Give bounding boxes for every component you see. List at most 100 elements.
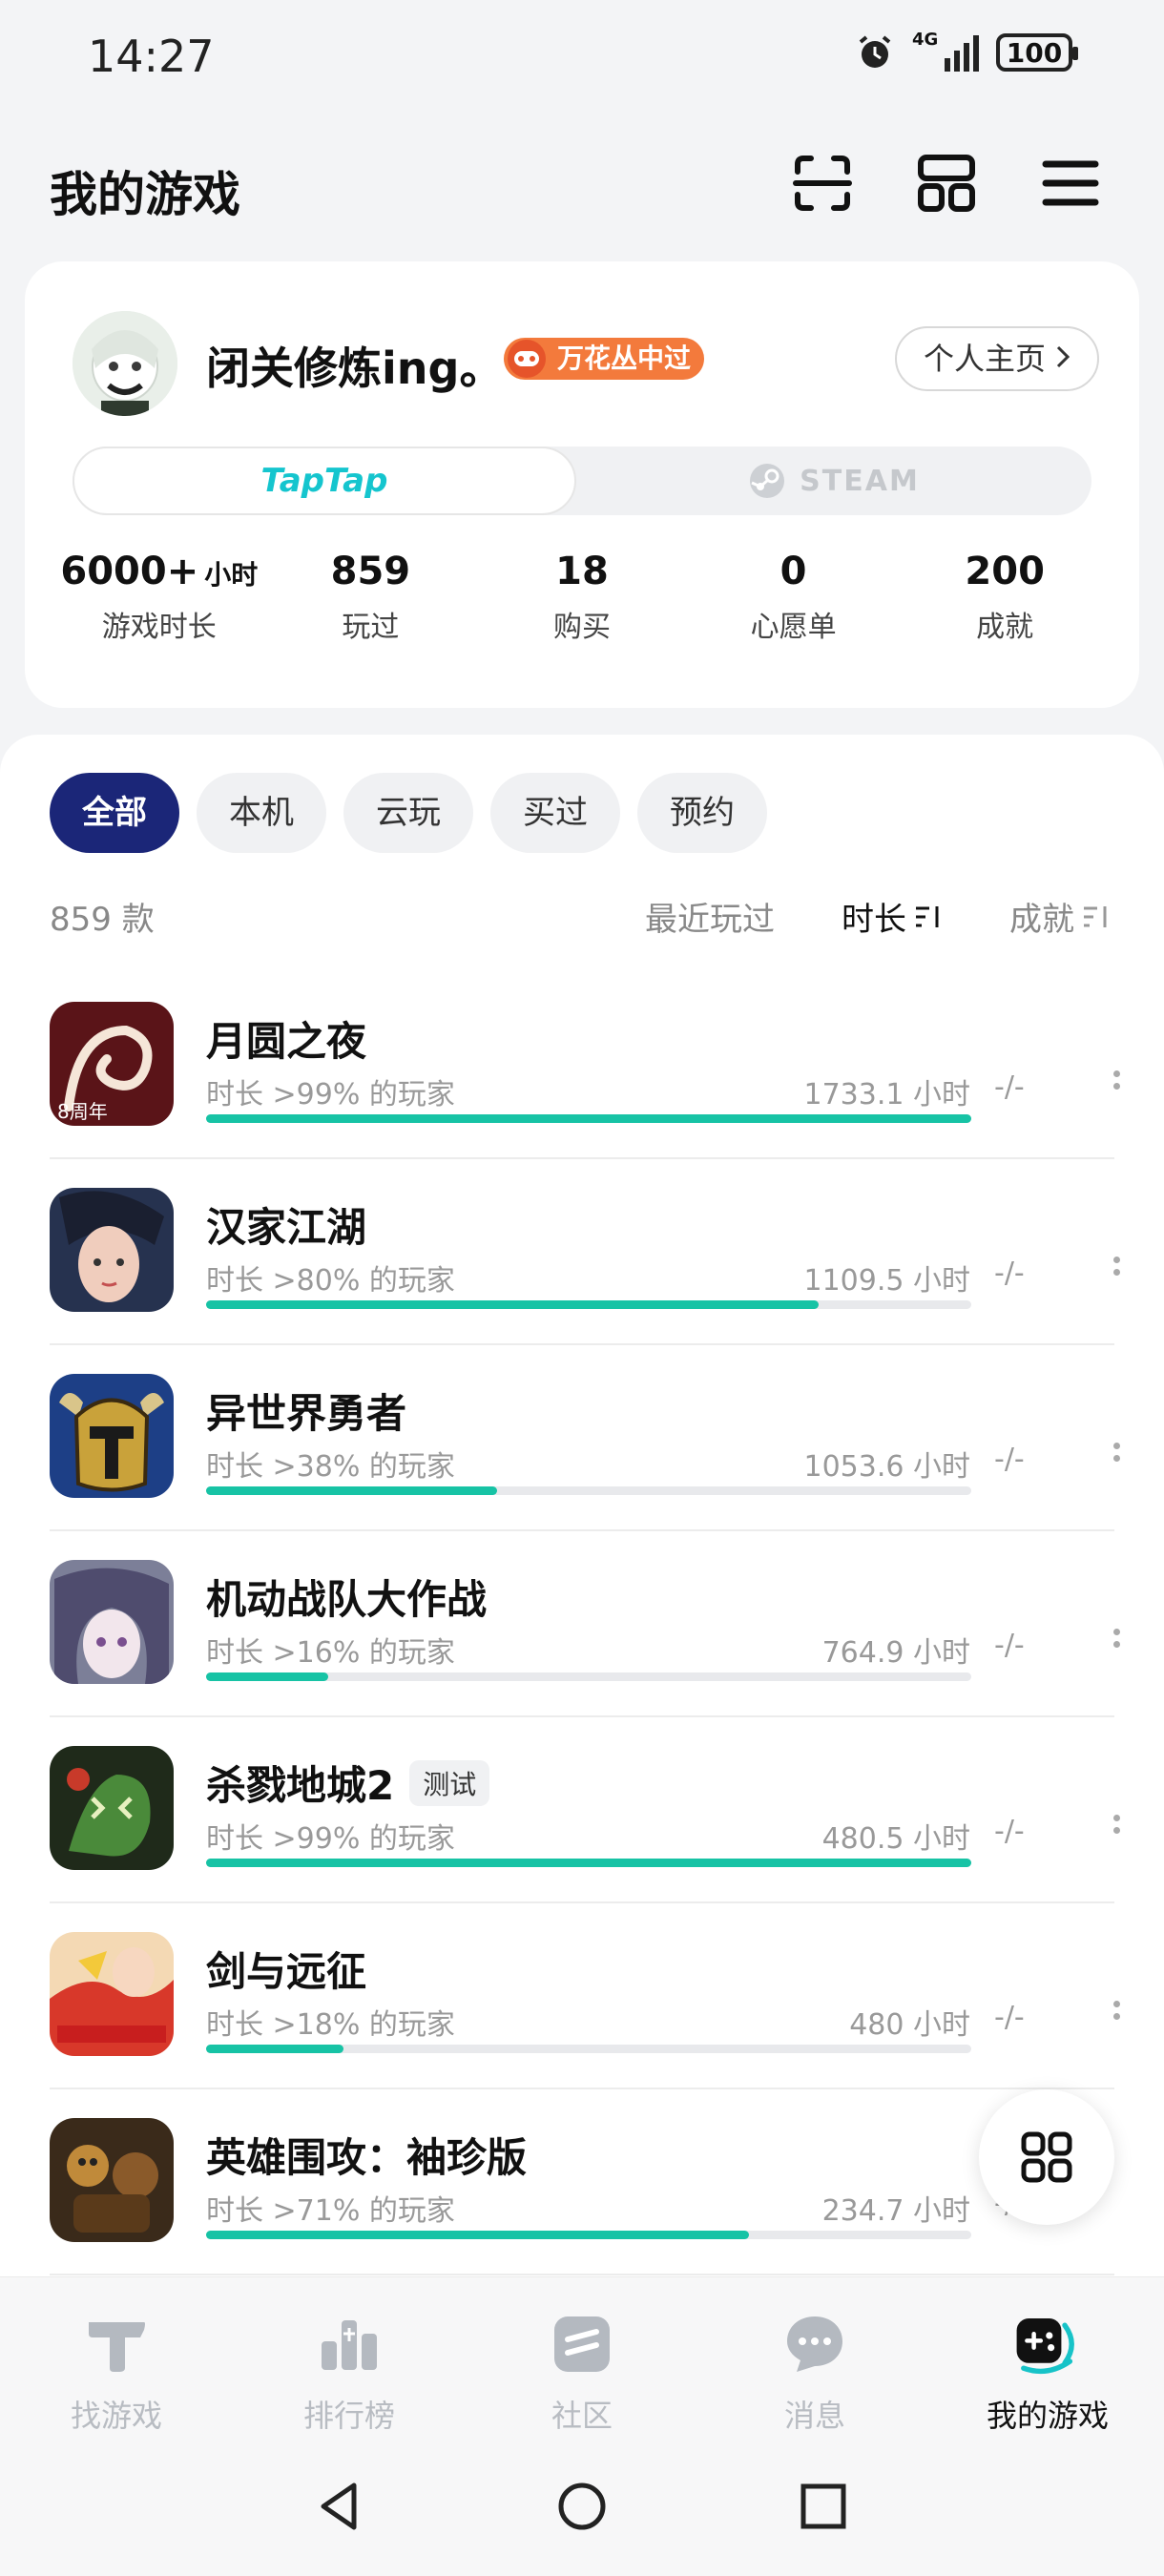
scan-icon[interactable] [792,153,853,214]
recents-icon[interactable] [790,2473,857,2540]
nav-item-my-games[interactable]: 我的游戏 [931,2277,1164,2439]
filter-chip-bought[interactable]: 买过 [490,773,620,853]
more-icon[interactable] [1107,1995,1126,2043]
stat-wishlist[interactable]: 0 心愿单 [688,550,900,664]
more-icon[interactable] [1107,1065,1126,1112]
game-icon-jidongzhandui [50,1560,174,1684]
game-name: 杀戮地城2 [206,1762,395,1809]
stat-label: 购买 [552,611,611,644]
game-row[interactable]: 杀戮地城2 测试 时长 >99% 的玩家 480.5 小时 -/- [50,1717,1120,1903]
game-percentile: 时长 >80% 的玩家 [206,1264,455,1298]
sort-duration-label: 时长 [842,901,906,939]
nav-item-ranking[interactable]: 排行榜 [233,2277,466,2439]
platform-toggle: TapTap STEAM [73,447,1091,515]
game-percentile: 时长 >99% 的玩家 [206,1822,455,1856]
sort-duration[interactable]: 时长 [842,893,943,940]
chevron-right-icon [1055,328,1070,389]
sort-achievement[interactable]: 成就 [1009,893,1111,940]
sort-recent[interactable]: 最近玩过 [645,893,775,940]
floating-grid-button[interactable] [979,2089,1114,2225]
page-title: 我的游戏 [50,167,240,222]
home-icon[interactable] [549,2473,615,2540]
platform-tab-steam[interactable]: STEAM [576,447,1091,515]
game-achievement: -/- [994,1070,1025,1104]
user-badge[interactable]: 万花丛中过 [504,338,705,380]
header: 我的游戏 [0,143,1164,239]
game-hours: 234.7 小时 [821,2194,970,2228]
filter-chip-reserved[interactable]: 预约 [637,773,767,853]
avatar[interactable] [73,311,177,416]
game-row[interactable]: 剑与远征 时长 >18% 的玩家 480 小时 -/- [50,1903,1120,2089]
game-row[interactable]: 英雄围攻：袖珍版 时长 >71% 的玩家 234.7 小时 -/- [50,2089,1114,2275]
playtime-bar [206,1486,971,1495]
stat-achievements[interactable]: 200 成就 [899,550,1111,664]
game-name: 英雄围攻：袖珍版 [206,2134,528,2181]
gamepad-badge-icon [508,340,546,378]
profile-card: 闭关修炼ing。 万花丛中过 个人主页 TapTap STEAM 6000+ 小时… [25,261,1139,708]
game-hours: 480 小时 [849,2008,970,2042]
stat-purchased[interactable]: 18 购买 [476,550,688,664]
back-icon[interactable] [305,2473,372,2540]
battery-indicator: 100 [996,33,1078,72]
more-icon[interactable] [1107,1437,1126,1485]
gamepad-icon [1013,2310,1082,2379]
profile-home-button[interactable]: 个人主页 [895,326,1100,391]
filter-chip-all[interactable]: 全部 [50,773,179,853]
game-name-wrap: 杀戮地城2 测试 [206,1754,490,1812]
game-list-panel: 全部 本机 云玩 买过 预约 859 款 最近玩过 时长 成就 8周年 月圆之夜 [0,735,1164,2280]
stat-value: 200 [965,550,1045,593]
game-achievement: -/- [994,1629,1025,1662]
game-icon-yishijieyongzhe [50,1374,174,1498]
icon-badge: 8周年 [57,1100,108,1123]
game-row[interactable]: 汉家江湖 时长 >80% 的玩家 1109.5 小时 -/- [50,1159,1120,1345]
nav-label: 消息 [783,2398,845,2434]
status-bar: 14:27 4G 100 [0,0,1164,114]
stat-value: 6000+ [60,550,199,593]
playtime-bar-fill [206,1114,971,1123]
message-icon [780,2310,849,2379]
stat-label: 游戏时长 [101,611,217,644]
game-icon-yueyuanzhiye: 8周年 [50,1002,174,1126]
game-hours: 1733.1 小时 [803,1078,970,1111]
more-icon[interactable] [1107,1251,1126,1298]
community-icon [548,2310,616,2379]
playtime-bar-fill [206,2231,750,2239]
game-hours: 764.9 小时 [821,1636,970,1670]
user-badge-label: 万花丛中过 [557,343,692,374]
steam-icon [750,464,785,498]
sort-icon [916,905,939,927]
sort-options: 最近玩过 时长 成就 [645,893,1111,940]
game-name: 异世界勇者 [206,1390,407,1437]
game-percentile: 时长 >16% 的玩家 [206,1636,455,1670]
nav-label: 排行榜 [302,2398,395,2434]
game-name: 机动战队大作战 [206,1576,488,1623]
profile-stats: 6000+ 小时 游戏时长 859 玩过 18 购买 0 心愿单 200 成就 [53,550,1111,664]
filter-chip-local[interactable]: 本机 [197,773,326,853]
playtime-bar [206,1114,971,1123]
game-row[interactable]: 8周年 月圆之夜 时长 >99% 的玩家 1733.1 小时 -/- [50,973,1120,1159]
playtime-bar [206,1859,971,1867]
menu-icon[interactable] [1040,153,1101,214]
network-type: 4G [912,30,939,50]
nav-item-community[interactable]: 社区 [466,2277,698,2439]
game-row[interactable]: 异世界勇者 时长 >38% 的玩家 1053.6 小时 -/- [50,1345,1120,1531]
more-icon[interactable] [1107,1809,1126,1857]
more-icon[interactable] [1107,1623,1126,1671]
taptap-icon [82,2310,151,2379]
game-achievement: -/- [994,2001,1025,2034]
stat-value: 18 [555,550,609,593]
grid-icon[interactable] [916,153,977,214]
game-row[interactable]: 机动战队大作战 时长 >16% 的玩家 764.9 小时 -/- [50,1531,1120,1717]
game-achievement: -/- [994,1815,1025,1848]
stat-playtime[interactable]: 6000+ 小时 游戏时长 [53,550,265,664]
game-name: 剑与远征 [206,1948,367,1995]
nav-label: 找游戏 [70,2398,162,2434]
playtime-bar-fill [206,1672,329,1681]
stat-played[interactable]: 859 玩过 [265,550,477,664]
filter-chip-cloud[interactable]: 云玩 [343,773,473,853]
nav-item-find-games[interactable]: 找游戏 [0,2277,233,2439]
platform-tab-taptap[interactable]: TapTap [73,447,576,515]
stat-label: 心愿单 [750,611,837,644]
nav-item-messages[interactable]: 消息 [698,2277,931,2439]
sort-achievement-label: 成就 [1009,901,1074,939]
